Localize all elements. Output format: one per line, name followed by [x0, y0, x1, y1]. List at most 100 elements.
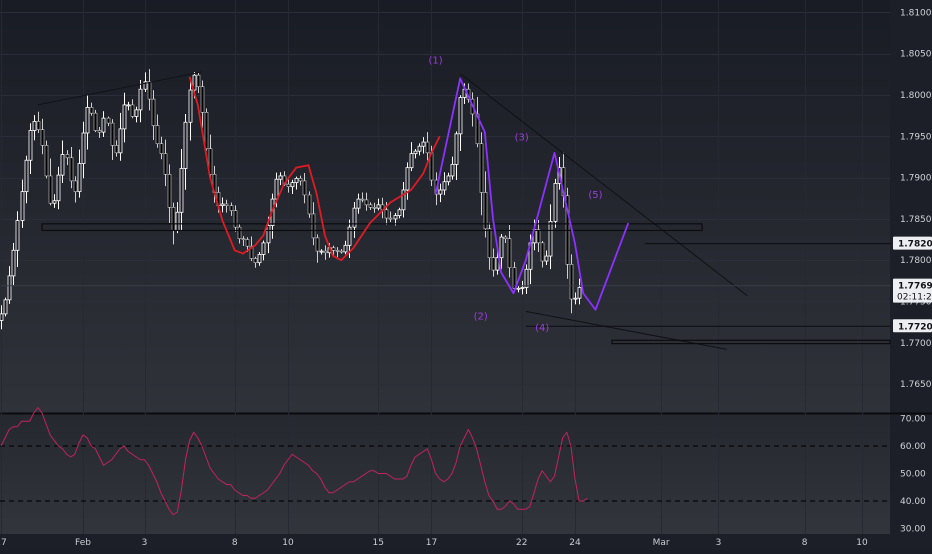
candle-bull [278, 175, 283, 180]
candle-bull [553, 182, 558, 222]
candle-bear [130, 104, 135, 117]
candle-bear [364, 199, 369, 206]
candle-bull [577, 287, 582, 299]
chart-canvas[interactable]: (1) (2) (3) (4) (5) 1.81000 1.80500 1.80000 1.7… [0, 0, 932, 550]
time-tick-label: 3 [142, 538, 148, 548]
candle-bull [409, 153, 414, 169]
price-tick-label: 1.80000 [900, 91, 932, 101]
candle-bear [315, 237, 320, 252]
candle-bear [110, 122, 115, 146]
candle-bull [520, 287, 525, 289]
price-tick-label: 1.81000 [900, 8, 932, 18]
candle-bull [516, 287, 521, 290]
wave-label: (2) [474, 312, 488, 323]
candle-bear [507, 238, 512, 268]
price-tick-label: 1.76500 [900, 380, 932, 390]
time-tick-label: 10 [856, 538, 868, 548]
candle-bull [413, 150, 418, 155]
candle-bear [163, 153, 168, 175]
time-tick-label: 27 [0, 538, 7, 548]
time-tick-label: 24 [569, 538, 581, 548]
time-tick-label: 3 [716, 538, 722, 548]
candle-bear [335, 249, 340, 252]
candle-bear [229, 205, 234, 211]
candle-bear [167, 173, 172, 208]
candle-bull [7, 275, 12, 301]
candle-bull [126, 104, 131, 107]
candle-bull [220, 203, 225, 207]
candle-bear [302, 180, 307, 196]
candle-bull [454, 133, 459, 165]
price-scale[interactable] [890, 0, 932, 550]
candle-bull [0, 313, 4, 321]
candle-bear [241, 238, 246, 241]
candle-bear [253, 258, 258, 263]
candle-bull [548, 220, 553, 257]
candle-bear [298, 178, 303, 182]
candle-bear [151, 98, 156, 126]
candle-bull [524, 268, 529, 288]
candle-bear [339, 250, 344, 253]
candle-bear [388, 217, 393, 220]
candle-bear [36, 121, 41, 130]
candle-bull [450, 163, 455, 177]
candle-bull [266, 225, 271, 244]
candle-bear [106, 117, 111, 124]
candle-bear [307, 194, 312, 215]
candle-bear [487, 228, 492, 259]
candle-bear [224, 203, 229, 206]
candle-bear [323, 250, 328, 254]
candle-bull [421, 141, 426, 147]
candle-bear [97, 130, 102, 133]
candle-bear [147, 81, 152, 100]
candle-bear [159, 143, 164, 154]
candle-bear [114, 145, 119, 154]
candle-bull [60, 154, 65, 176]
candle-bear [245, 239, 250, 247]
candle-bull [134, 109, 139, 117]
candle-bull [405, 167, 410, 191]
candle-bear [44, 145, 49, 177]
candle-bull [52, 200, 57, 204]
candle-bear [237, 226, 242, 240]
candle-bull [3, 299, 8, 315]
price-chart[interactable]: (1) (2) (3) (4) (5) 1.81000 1.80500 1.80000 1.7… [0, 0, 932, 550]
time-tick-label: 15 [372, 538, 383, 548]
candle-bear [89, 107, 94, 114]
candle-bull [274, 178, 279, 200]
candle-bull [15, 220, 20, 251]
candle-bull [544, 255, 549, 262]
time-scale[interactable] [0, 534, 890, 550]
candle-bull [442, 181, 447, 191]
candle-bull [24, 159, 29, 193]
candle-bear [233, 210, 238, 228]
candle-bear [48, 175, 53, 204]
price-tick-label: 1.78000 [900, 256, 932, 266]
candle-bear [360, 198, 365, 201]
candle-bear [425, 141, 430, 154]
candle-bull [81, 132, 86, 164]
rsi-tick-label: 70.00 [900, 415, 926, 425]
candle-bear [311, 213, 316, 239]
time-tick-label: 10 [282, 538, 294, 548]
candle-bull [175, 211, 180, 231]
candle-bear [503, 236, 508, 240]
candle-bull [499, 236, 504, 259]
candle-bear [491, 257, 496, 271]
candle-bear [69, 157, 74, 182]
candle-bear [479, 143, 484, 193]
candle-bull [138, 88, 143, 111]
candle-bear [536, 229, 541, 244]
rsi-tick-label: 40.00 [900, 497, 926, 507]
candle-bull [118, 128, 123, 154]
candle-bull [183, 121, 188, 169]
time-tick-label: 17 [426, 538, 437, 548]
rsi-tick-label: 50.00 [900, 470, 926, 480]
candle-bear [540, 242, 545, 262]
candle-bear [331, 247, 336, 251]
price-tick-label: 1.80500 [900, 50, 932, 60]
oscillator-pane [0, 413, 890, 534]
price-tick-label: 1.79500 [900, 132, 932, 142]
candle-bull [290, 182, 295, 188]
candle-bull [56, 174, 61, 202]
